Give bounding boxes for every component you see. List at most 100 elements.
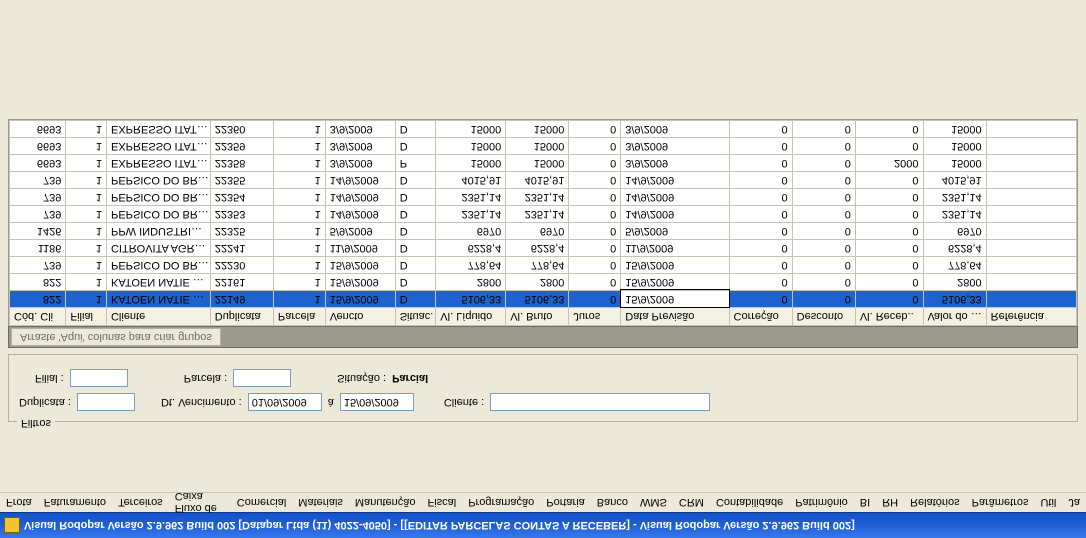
table-cell[interactable]: 2800 bbox=[506, 274, 569, 291]
table-cell[interactable]: 15000 bbox=[506, 138, 569, 155]
menu-item[interactable]: Faturamento bbox=[44, 497, 106, 509]
table-cell[interactable]: 1 bbox=[66, 274, 107, 291]
table-cell[interactable]: 3/9/2009 bbox=[325, 138, 395, 155]
table-cell[interactable]: KATOEN NATIE … bbox=[106, 291, 210, 308]
table-cell[interactable]: 15/9/2009 bbox=[621, 257, 729, 274]
table-cell[interactable]: P bbox=[395, 155, 436, 172]
table-cell[interactable]: D bbox=[395, 206, 436, 223]
table-cell[interactable]: 15000 bbox=[436, 138, 506, 155]
table-cell[interactable]: 6228,4 bbox=[436, 240, 506, 257]
table-cell[interactable]: 15000 bbox=[923, 155, 986, 172]
table-cell[interactable]: 0 bbox=[569, 223, 621, 240]
menu-item[interactable]: Fiscal bbox=[427, 497, 456, 509]
table-cell[interactable]: D bbox=[395, 189, 436, 206]
table-cell[interactable]: 2351,14 bbox=[436, 189, 506, 206]
table-cell[interactable]: 1 bbox=[273, 206, 325, 223]
table-cell[interactable] bbox=[986, 257, 1076, 274]
table-cell[interactable]: 1 bbox=[66, 155, 107, 172]
table-cell[interactable]: 3/9/2009 bbox=[621, 155, 729, 172]
table-cell[interactable]: 0 bbox=[855, 206, 923, 223]
table-cell[interactable]: 22355 bbox=[210, 172, 273, 189]
table-cell[interactable]: 15000 bbox=[506, 155, 569, 172]
menu-item[interactable]: Portaria bbox=[546, 497, 585, 509]
column-header[interactable]: Correção bbox=[729, 308, 792, 326]
table-cell[interactable]: 15000 bbox=[436, 121, 506, 138]
table-cell[interactable]: 1 bbox=[66, 138, 107, 155]
table-cell[interactable]: 1 bbox=[66, 172, 107, 189]
input-filial[interactable] bbox=[70, 369, 128, 387]
table-cell[interactable]: 0 bbox=[855, 257, 923, 274]
table-row[interactable]: 7391PEPSICO DO BR…22230115/9/2009D778,64… bbox=[10, 257, 1077, 274]
table-cell[interactable]: 1 bbox=[66, 206, 107, 223]
column-header[interactable]: Duplicata bbox=[210, 308, 273, 326]
table-cell[interactable]: D bbox=[395, 121, 436, 138]
column-header[interactable]: Vl. Bruto bbox=[506, 308, 569, 326]
table-cell[interactable]: 1 bbox=[273, 155, 325, 172]
table-cell[interactable]: 822 bbox=[10, 291, 66, 308]
table-cell[interactable]: 1 bbox=[66, 189, 107, 206]
table-cell[interactable]: 0 bbox=[569, 257, 621, 274]
table-cell[interactable]: 22359 bbox=[210, 138, 273, 155]
table-cell[interactable]: 6970 bbox=[923, 223, 986, 240]
table-cell[interactable]: 739 bbox=[10, 206, 66, 223]
table-cell[interactable]: 11/9/2009 bbox=[621, 240, 729, 257]
menu-item[interactable]: Programação bbox=[468, 497, 534, 509]
table-cell[interactable]: D bbox=[395, 274, 436, 291]
table-cell[interactable]: D bbox=[395, 223, 436, 240]
table-cell[interactable]: 6693 bbox=[10, 121, 66, 138]
table-cell[interactable]: 1186 bbox=[10, 240, 66, 257]
table-cell[interactable]: 2351,14 bbox=[923, 189, 986, 206]
menu-item[interactable]: WMS bbox=[640, 497, 667, 509]
table-cell[interactable]: 14/9/2009 bbox=[621, 206, 729, 223]
table-cell[interactable]: 0 bbox=[569, 274, 621, 291]
table-cell[interactable]: 1 bbox=[66, 240, 107, 257]
table-cell[interactable]: 22360 bbox=[210, 121, 273, 138]
table-cell[interactable]: 3/9/2009 bbox=[621, 121, 729, 138]
table-cell[interactable]: PEPSICO DO BR… bbox=[106, 189, 210, 206]
table-cell[interactable]: 15/9/2009 bbox=[325, 274, 395, 291]
table-cell[interactable]: 22230 bbox=[210, 257, 273, 274]
table-cell[interactable]: 0 bbox=[569, 138, 621, 155]
table-cell[interactable]: 2351,14 bbox=[436, 206, 506, 223]
table-cell[interactable]: 822 bbox=[10, 274, 66, 291]
table-cell[interactable]: 2351,14 bbox=[506, 206, 569, 223]
table-cell[interactable]: D bbox=[395, 138, 436, 155]
table-cell[interactable] bbox=[986, 240, 1076, 257]
table-cell[interactable]: 2800 bbox=[436, 274, 506, 291]
table-cell[interactable]: 15000 bbox=[506, 121, 569, 138]
table-row[interactable]: 66931EXPRESSO ITAT…2235913/9/2009D150001… bbox=[10, 138, 1077, 155]
table-cell[interactable]: 0 bbox=[855, 240, 923, 257]
table-cell[interactable]: EXPRESSO ITAT… bbox=[106, 155, 210, 172]
table-cell[interactable]: D bbox=[395, 257, 436, 274]
menu-item[interactable]: BI bbox=[860, 497, 870, 509]
table-cell[interactable] bbox=[986, 206, 1076, 223]
table-cell[interactable]: 0 bbox=[729, 172, 792, 189]
table-cell[interactable]: 0 bbox=[792, 189, 855, 206]
menu-item[interactable]: Banco bbox=[597, 497, 628, 509]
table-cell[interactable]: 739 bbox=[10, 172, 66, 189]
table-cell[interactable] bbox=[986, 291, 1076, 308]
table-cell[interactable]: D bbox=[395, 172, 436, 189]
table-row[interactable]: 7391PEPSICO DO BR…22355114/9/2009D4015,9… bbox=[10, 172, 1077, 189]
table-cell[interactable]: 1 bbox=[273, 257, 325, 274]
table-cell[interactable]: 0 bbox=[792, 155, 855, 172]
table-cell[interactable]: 0 bbox=[569, 121, 621, 138]
table-cell[interactable]: 1 bbox=[273, 223, 325, 240]
data-grid[interactable]: Cód. CliFilialClienteDuplicataParcelaVen… bbox=[8, 119, 1078, 326]
table-cell[interactable]: 22161 bbox=[210, 274, 273, 291]
table-cell[interactable]: 0 bbox=[792, 172, 855, 189]
menu-item[interactable]: Manutenção bbox=[355, 497, 416, 509]
table-cell[interactable]: 15/9/2009 bbox=[325, 257, 395, 274]
menu-item[interactable]: Fluxo de Caixa bbox=[175, 491, 225, 515]
column-header[interactable]: Vl. Receb.. bbox=[855, 308, 923, 326]
table-cell[interactable]: 15000 bbox=[436, 155, 506, 172]
input-date-to[interactable] bbox=[340, 393, 414, 411]
column-header[interactable]: Cód. Cli bbox=[10, 308, 66, 326]
table-cell[interactable]: 22354 bbox=[210, 189, 273, 206]
table-row[interactable]: 11861CITROVITA AGR…22241111/9/2009D6228,… bbox=[10, 240, 1077, 257]
table-cell[interactable] bbox=[986, 223, 1076, 240]
table-cell[interactable] bbox=[986, 172, 1076, 189]
column-header[interactable]: Filial bbox=[66, 308, 107, 326]
table-cell[interactable]: 0 bbox=[792, 240, 855, 257]
table-cell[interactable]: 4015,91 bbox=[923, 172, 986, 189]
